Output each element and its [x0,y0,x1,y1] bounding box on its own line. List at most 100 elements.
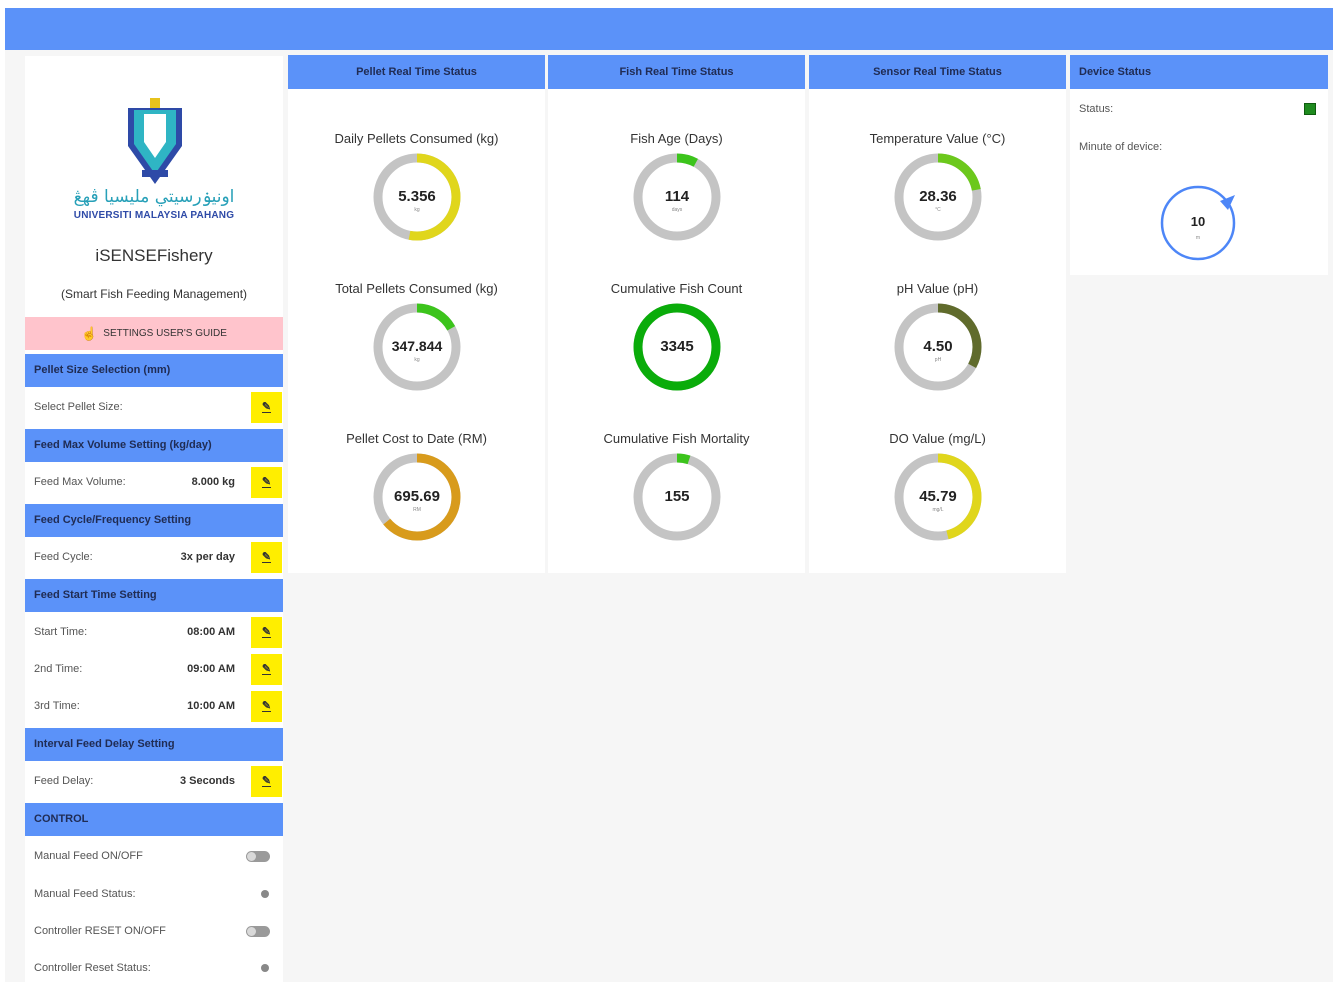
gauge-unit: °C [935,207,941,213]
section-feed-max: Feed Max Volume Setting (kg/day) [25,429,283,462]
donut-gauge: 347.844 kg [373,303,461,391]
manual-feed-status-label: Manual Feed Status: [34,888,136,900]
edit-icon: ✎ [261,700,272,712]
logo-english-text: UNIVERSITI MALAYSIA PAHANG [73,210,235,221]
gauge-title: Temperature Value (°C) [869,131,1006,146]
minute-unit: m [1196,235,1200,241]
sensor-panel: Sensor Real Time Status Temperature Valu… [809,55,1066,573]
gauge-unit: kg [414,357,420,363]
pellet-panel: Pellet Real Time Status Daily Pellets Co… [288,55,545,573]
gauge-total-pellets: Total Pellets Consumed (kg) 347.844 kg [288,281,545,411]
settings-guide-button[interactable]: ☝ SETTINGS USER'S GUIDE [25,317,283,350]
edit-third-time-button[interactable]: ✎ [251,691,282,722]
edit-pellet-size-button[interactable]: ✎ [251,392,282,423]
start-time-label: Start Time: [34,626,88,638]
feed-max-label: Feed Max Volume: [34,476,126,488]
gauge-unit: mg/L [932,507,943,513]
row-manual-feed-toggle: Manual Feed ON/OFF [25,838,283,875]
pellet-panel-title: Pellet Real Time Status [288,55,545,89]
gauge-value: 28.36 [919,188,957,205]
manual-feed-status-indicator [261,890,269,898]
minute-clock-icon: 10 m [1160,185,1236,261]
donut-gauge: 695.69 RM [373,453,461,541]
feed-cycle-label: Feed Cycle: [34,551,93,563]
gauge-title: Cumulative Fish Count [610,281,743,296]
edit-icon: ✎ [261,775,272,787]
university-logo [128,98,182,184]
section-interval: Interval Feed Delay Setting [25,728,283,761]
device-status-indicator [1304,103,1316,115]
reset-status-indicator [261,964,269,972]
donut-gauge: 45.79 mg/L [894,453,982,541]
feed-max-value: 8.000 kg [191,476,235,488]
section-feed-start: Feed Start Time Setting [25,579,283,612]
gauge-title: Fish Age (Days) [630,131,723,146]
gauge-title: Total Pellets Consumed (kg) [335,281,498,296]
row-pellet-size: Select Pellet Size: ✎ [25,389,283,426]
donut-gauge: 155 [633,453,721,541]
gauge-value: 155 [664,488,689,505]
section-feed-cycle: Feed Cycle/Frequency Setting [25,504,283,537]
edit-icon: ✎ [261,626,272,638]
settings-guide-label: SETTINGS USER'S GUIDE [103,328,227,339]
gauge-daily-pellets: Daily Pellets Consumed (kg) 5.356 kg [288,131,545,261]
edit-icon: ✎ [261,476,272,488]
edit-feed-cycle-button[interactable]: ✎ [251,542,282,573]
gauge-unit: kg [414,207,420,213]
feed-delay-value: 3 Seconds [179,775,235,787]
third-time-value: 10:00 AM [187,700,235,712]
gauge-unit: pH [935,357,942,363]
gauge-unit: days [672,207,683,213]
gauge-value: 114 [665,188,690,205]
gauge-value: 4.50 [923,338,952,355]
feed-delay-label: Feed Delay: [34,775,94,787]
device-minute-label: Minute of device: [1079,141,1163,153]
app-subtitle: (Smart Fish Feeding Management) [60,287,248,301]
section-pellet-size: Pellet Size Selection (mm) [25,354,283,387]
logo-arabic-text: اونيۏرسيتي مليسيا ڤهڠ [73,187,235,207]
minute-value: 10 [1191,214,1205,229]
gauge-title: pH Value (pH) [896,281,979,296]
sidebar: اونيۏرسيتي مليسيا ڤهڠ UNIVERSITI MALAYSI… [25,56,283,982]
edit-feed-max-button[interactable]: ✎ [251,467,282,498]
gauge-value: 695.69 [394,488,440,505]
fish-panel: Fish Real Time Status Fish Age (Days) 11… [548,55,805,573]
gauge-value: 45.79 [919,488,957,505]
gauge-title: DO Value (mg/L) [889,431,986,446]
gauge-unit: RM [413,507,421,513]
start-time-value: 08:00 AM [187,626,235,638]
gauge-title: Pellet Cost to Date (RM) [346,431,487,446]
row-reset-status: Controller Reset Status: [25,950,283,982]
gauge-temperature: Temperature Value (°C) 28.36 °C [809,131,1066,261]
donut-gauge: 5.356 kg [373,153,461,241]
row-feed-cycle: Feed Cycle: 3x per day ✎ [25,539,283,576]
edit-icon: ✎ [261,401,272,413]
manual-feed-toggle[interactable] [246,851,270,862]
donut-gauge: 3345 [633,303,721,391]
gauge-fish-count: Cumulative Fish Count 3345 [548,281,805,411]
pointer-hand-icon: ☝ [81,325,98,341]
app-name: iSENSEFishery [95,246,213,265]
row-third-time: 3rd Time: 10:00 AM ✎ [25,688,283,725]
edit-feed-delay-button[interactable]: ✎ [251,766,282,797]
gauge-value: 5.356 [398,188,436,205]
third-time-label: 3rd Time: [34,700,80,712]
gauge-pellet-cost: Pellet Cost to Date (RM) 695.69 RM [288,431,545,561]
fish-panel-title: Fish Real Time Status [548,55,805,89]
sensor-panel-title: Sensor Real Time Status [809,55,1066,89]
pellet-size-label: Select Pellet Size: [34,401,123,413]
row-feed-delay: Feed Delay: 3 Seconds ✎ [25,763,283,800]
second-time-value: 09:00 AM [187,663,235,675]
dashboard: اونيۏرسيتي مليسيا ڤهڠ UNIVERSITI MALAYSI… [0,0,1333,982]
row-second-time: 2nd Time: 09:00 AM ✎ [25,651,283,688]
row-reset-toggle: Controller RESET ON/OFF [25,913,283,950]
row-start-time: Start Time: 08:00 AM ✎ [25,614,283,651]
reset-toggle[interactable] [246,926,270,937]
section-control: CONTROL [25,803,283,836]
edit-start-time-button[interactable]: ✎ [251,617,282,648]
gauge-fish-mortality: Cumulative Fish Mortality 155 [548,431,805,561]
donut-gauge: 114 days [633,153,721,241]
gauge-ph: pH Value (pH) 4.50 pH [809,281,1066,411]
edit-second-time-button[interactable]: ✎ [251,654,282,685]
row-feed-max: Feed Max Volume: 8.000 kg ✎ [25,464,283,501]
